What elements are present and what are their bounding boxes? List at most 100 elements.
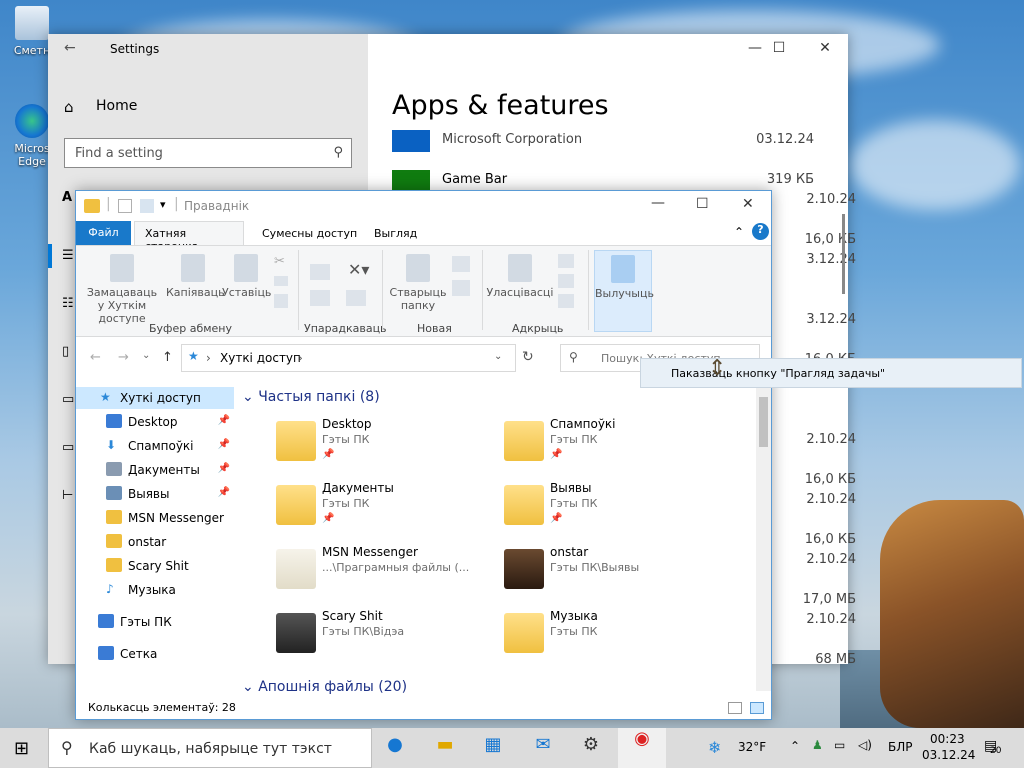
- cut-icon[interactable]: ✂: [274, 254, 285, 269]
- tab-home[interactable]: Хатняя старонка: [134, 221, 244, 253]
- address-field[interactable]: ★ › Хуткі доступ › ⌄: [181, 344, 516, 372]
- back-arrow-icon[interactable]: ←: [64, 40, 76, 56]
- nav-item-onstar[interactable]: onstar: [76, 531, 234, 553]
- tab-share[interactable]: Сумесны доступ: [262, 227, 357, 240]
- large-icons-view-icon[interactable]: [750, 702, 764, 714]
- history-icon[interactable]: [558, 294, 574, 308]
- copy-path-icon[interactable]: [274, 276, 288, 286]
- find-setting-input[interactable]: Find a setting ⚲: [64, 138, 352, 168]
- chevron-up-icon[interactable]: ⌃: [790, 739, 800, 753]
- new-item-icon[interactable]: [452, 256, 470, 272]
- pin-quick-access-button[interactable]: Замацаваць у Хуткім доступе: [82, 254, 162, 325]
- apps-list-icon[interactable]: ☰: [62, 248, 74, 263]
- edge-icon[interactable]: ●: [380, 734, 410, 762]
- paste-shortcut-icon[interactable]: [274, 294, 288, 308]
- nav-item-documents[interactable]: Дакументы 📌: [76, 459, 234, 481]
- open-icon[interactable]: [558, 254, 574, 268]
- maximize-button[interactable]: ☐: [696, 196, 709, 212]
- taskbar-search-box[interactable]: ⚲ Каб шукаць, набярыце тут тэкст: [48, 728, 372, 768]
- copy-to-icon[interactable]: [310, 290, 330, 306]
- nav-item-pictures[interactable]: Выявы 📌: [76, 483, 234, 505]
- up-arrow-icon[interactable]: ↑: [162, 350, 173, 365]
- customize-toolbar-icon[interactable]: ▾: [160, 198, 166, 211]
- folder-tile[interactable]: Desktop Гэты ПК 📌: [276, 415, 496, 473]
- app-date: 3.12.24: [806, 312, 856, 327]
- delete-icon[interactable]: ✕▾: [348, 260, 369, 279]
- weather-icon[interactable]: ❄: [708, 738, 721, 757]
- clock-date[interactable]: 03.12.24: [922, 748, 975, 762]
- tab-file[interactable]: Файл: [76, 221, 131, 245]
- vertical-scrollbar[interactable]: [756, 385, 771, 691]
- startup-icon[interactable]: ⊢: [62, 488, 73, 503]
- app-list-item[interactable]: Game Bar 319 КБ: [392, 170, 822, 192]
- close-button[interactable]: ✕: [742, 196, 754, 212]
- red-app-icon[interactable]: ◉: [618, 728, 666, 768]
- folder-tile[interactable]: Scary Shit Гэты ПК\Відэа: [276, 607, 496, 665]
- refresh-icon[interactable]: ↻: [522, 349, 534, 365]
- edit-icon[interactable]: [558, 274, 574, 288]
- weather-temp[interactable]: 32°F: [738, 740, 766, 754]
- easy-access-icon[interactable]: [452, 280, 470, 296]
- select-button[interactable]: Вылучыць: [594, 250, 654, 332]
- close-button[interactable]: ✕: [802, 40, 848, 56]
- help-icon[interactable]: ?: [752, 223, 769, 240]
- back-arrow-icon[interactable]: ←: [90, 350, 101, 365]
- folder-tile[interactable]: Музыка Гэты ПК: [504, 607, 724, 665]
- tab-view[interactable]: Выгляд: [374, 227, 417, 240]
- desktop-icon-label: Micros Edge: [14, 142, 50, 168]
- clock-time[interactable]: 00:23: [930, 732, 965, 746]
- nav-item-quick-access[interactable]: ★ Хуткі доступ: [76, 387, 234, 409]
- forward-arrow-icon[interactable]: →: [118, 350, 129, 365]
- folder-tile[interactable]: onstar Гэты ПК\Выявы: [504, 543, 724, 601]
- recent-locations-icon[interactable]: ⌄: [142, 350, 150, 361]
- nav-item-music[interactable]: ♪ Музыка: [76, 579, 234, 601]
- properties-button[interactable]: Уласцівасці: [486, 254, 554, 299]
- folder-tile[interactable]: Спампоўкі Гэты ПК 📌: [504, 415, 724, 473]
- mail-icon[interactable]: ✉: [528, 734, 558, 762]
- nav-label: Desktop: [128, 415, 178, 429]
- minimize-button[interactable]: —: [651, 195, 665, 211]
- recent-files-header[interactable]: ⌄ Апошнія файлы (20): [242, 679, 407, 695]
- folder-tile[interactable]: Выявы Гэты ПК 📌: [504, 479, 724, 537]
- nav-item-this-pc[interactable]: Гэты ПК: [76, 611, 234, 633]
- new-folder-button[interactable]: Стварыць папку: [388, 254, 448, 312]
- settings-gear-icon[interactable]: ⚙: [576, 734, 606, 762]
- new-folder-quick-icon[interactable]: [140, 199, 154, 213]
- nav-item-desktop[interactable]: Desktop 📌: [76, 411, 234, 433]
- settings-home-link[interactable]: Home: [96, 98, 137, 114]
- details-view-icon[interactable]: [728, 702, 742, 714]
- properties-quick-icon[interactable]: [118, 199, 132, 213]
- scrollbar-thumb[interactable]: [759, 397, 768, 447]
- group-header[interactable]: ⌄ Частыя папкі (8): [242, 389, 380, 405]
- chevron-down-icon[interactable]: ⌄: [494, 351, 502, 362]
- folder-icon: [106, 510, 122, 524]
- volume-icon[interactable]: ◁): [858, 738, 872, 752]
- paste-button[interactable]: Уставіць: [222, 254, 271, 299]
- video-playback-icon[interactable]: ▭: [62, 440, 74, 455]
- rename-icon[interactable]: [346, 290, 366, 306]
- store-icon[interactable]: ▦: [478, 734, 508, 762]
- nav-item-network[interactable]: Сетка: [76, 643, 234, 665]
- copy-button[interactable]: Капіяваць: [166, 254, 225, 299]
- nav-item-msn-messenger[interactable]: MSN Messenger: [76, 507, 234, 529]
- start-button[interactable]: ⊞: [14, 738, 29, 759]
- settings-scrollbar[interactable]: [842, 214, 845, 294]
- folder-tile[interactable]: MSN Messenger ...\Праграмныя файлы (...: [276, 543, 496, 601]
- apps-websites-icon[interactable]: ▭: [62, 392, 74, 407]
- app-date: 2.10.24: [806, 432, 856, 447]
- network-icon[interactable]: ▭: [834, 738, 845, 752]
- documents-folder-icon: [276, 485, 316, 525]
- ribbon-collapse-icon[interactable]: ⌃: [734, 225, 744, 239]
- maximize-button[interactable]: ☐: [756, 40, 802, 56]
- move-to-icon[interactable]: [310, 264, 330, 280]
- user-icon[interactable]: ♟: [812, 738, 823, 752]
- file-explorer-icon[interactable]: ▬: [430, 734, 460, 762]
- nav-item-downloads[interactable]: ⬇ Спампоўкі 📌: [76, 435, 234, 457]
- folder-tile[interactable]: Дакументы Гэты ПК 📌: [276, 479, 496, 537]
- default-apps-icon[interactable]: ☷: [62, 296, 74, 311]
- offline-maps-icon[interactable]: ▯: [62, 344, 69, 359]
- app-list-item[interactable]: Microsoft Corporation 03.12.24: [392, 130, 822, 152]
- language-indicator[interactable]: БЛР: [888, 740, 913, 754]
- nav-item-scary-shit[interactable]: Scary Shit: [76, 555, 234, 577]
- search-placeholder: Find a setting: [75, 146, 163, 161]
